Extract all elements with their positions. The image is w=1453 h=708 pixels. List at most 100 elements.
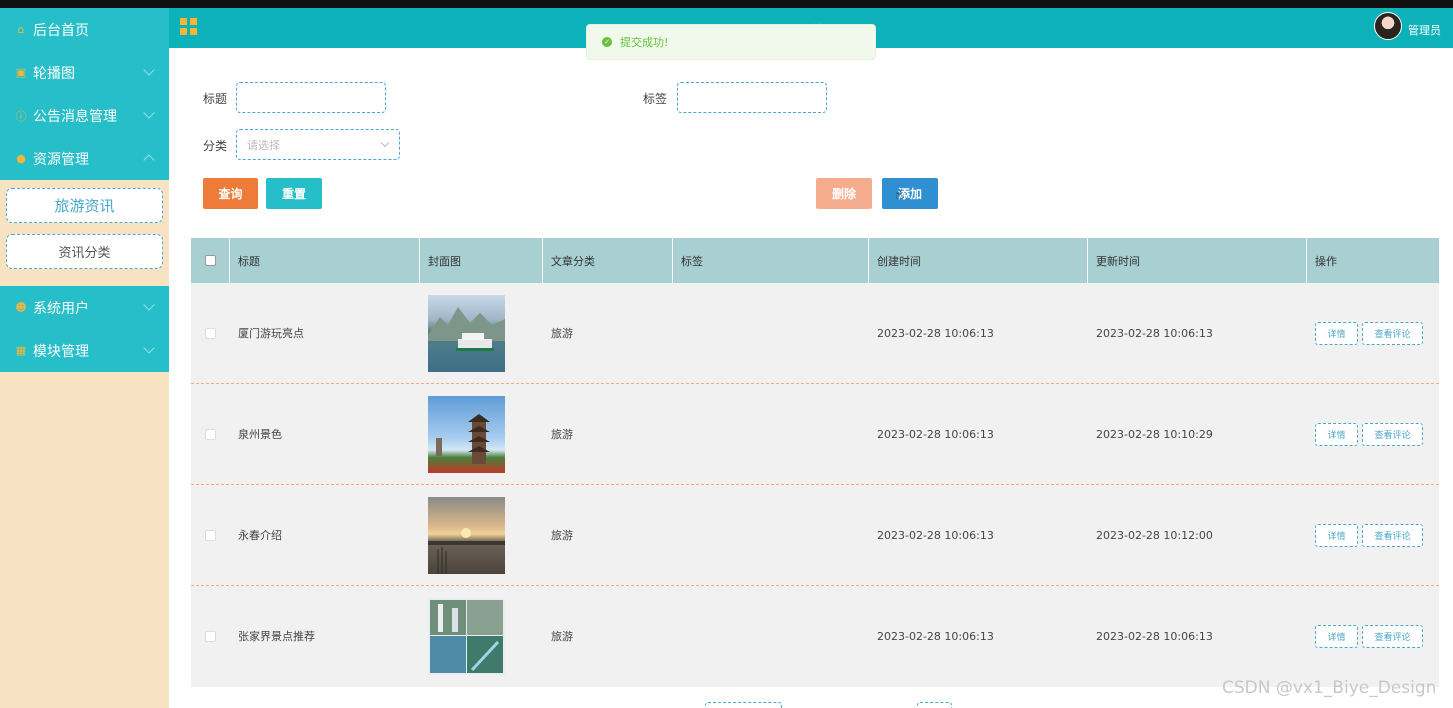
sidebar-item-system-users[interactable]: ☻ 系统用户 [0, 286, 169, 329]
table-row: 张家界景点推荐 旅游 2023-02-28 10:06:13 2023-02-2… [191, 586, 1439, 687]
table-row: 厦门游玩亮点 旅游 2023-02-28 10:06:13 2023-02-28… [191, 283, 1439, 384]
row-created: 2023-02-28 10:06:13 [877, 326, 994, 340]
select-all-cell [191, 238, 230, 283]
page-jump-input[interactable] [917, 702, 952, 708]
row-updated: 2023-02-28 10:12:00 [1096, 528, 1213, 542]
sidebar: ⌂ 后台首页 ▣ 轮播图 ⓘ 公告消息管理 ● 资源管理 旅游资讯 资讯分类 ☻… [0, 8, 169, 708]
column-header-updated[interactable]: 更新时间 [1088, 238, 1307, 283]
view-comments-button[interactable]: 查看评论 [1362, 321, 1423, 345]
view-comments-button[interactable]: 查看评论 [1362, 523, 1423, 547]
home-icon: ⌂ [17, 23, 25, 36]
select-all-checkbox[interactable] [204, 255, 216, 266]
success-toast: ✓ 提交成功! [586, 24, 876, 60]
row-select-cell [191, 485, 230, 585]
title-input[interactable] [236, 82, 386, 113]
submenu-item-news-category[interactable]: 资讯分类 [6, 234, 163, 269]
sidebar-menu-lower: ☻ 系统用户 ▦ 模块管理 [0, 286, 169, 372]
info-icon: ⓘ [15, 109, 27, 123]
row-cover-cell [420, 485, 543, 585]
row-title: 张家界景点推荐 [238, 630, 315, 643]
resources-submenu: 旅游资讯 资讯分类 [0, 180, 169, 286]
table-row: 永春介绍 旅游 2023-02-28 10:06:13 2023-02-28 1… [191, 485, 1439, 586]
query-button[interactable]: 查询 [203, 178, 258, 209]
submenu-item-travel-news[interactable]: 旅游资讯 [6, 188, 163, 223]
category-placeholder: 请选择 [247, 138, 280, 152]
sidebar-item-label: 系统用户 [33, 300, 89, 317]
row-select-cell [191, 586, 230, 686]
column-header-category[interactable]: 文章分类 [543, 238, 673, 283]
table-row: 泉州景色 旅游 2023-02-28 10:06:13 2023-02-28 1… [191, 384, 1439, 485]
column-header-created[interactable]: 创建时间 [869, 238, 1088, 283]
sidebar-item-carousel[interactable]: ▣ 轮播图 [0, 51, 169, 94]
sidebar-item-resources[interactable]: ● 资源管理 [0, 137, 169, 180]
add-button[interactable]: 添加 [882, 178, 938, 209]
sidebar-item-home[interactable]: ⌂ 后台首页 [0, 8, 169, 51]
row-created: 2023-02-28 10:06:13 [877, 528, 994, 542]
row-tag [673, 283, 869, 383]
quanzhou-pagoda-image [428, 395, 505, 473]
row-updated: 2023-02-28 10:06:13 [1096, 326, 1213, 340]
sidebar-item-modules[interactable]: ▦ 模块管理 [0, 329, 169, 372]
row-category: 旅游 [551, 529, 573, 542]
tag-input[interactable] [677, 82, 827, 113]
page-size-select[interactable] [705, 702, 782, 708]
sidebar-menu: ⌂ 后台首页 ▣ 轮播图 ⓘ 公告消息管理 ● 资源管理 [0, 8, 169, 180]
chevron-down-icon [143, 64, 155, 76]
row-title: 泉州景色 [238, 428, 282, 441]
avatar[interactable] [1374, 12, 1402, 40]
row-cover-cell [420, 586, 543, 686]
column-header-title[interactable]: 标题 [230, 238, 420, 283]
view-comments-button[interactable]: 查看评论 [1362, 422, 1423, 446]
sidebar-item-label: 轮播图 [33, 65, 75, 82]
detail-button[interactable]: 详情 [1315, 624, 1358, 648]
title-label: 标题 [203, 92, 228, 106]
category-select[interactable]: 请选择 [236, 129, 400, 160]
view-comments-button[interactable]: 查看评论 [1362, 624, 1423, 648]
row-title: 永春介绍 [238, 529, 282, 542]
chevron-up-icon [143, 154, 155, 166]
watermark: CSDN @vx1_Biye_Design [1222, 678, 1437, 698]
sidebar-item-label: 资源管理 [33, 151, 89, 168]
row-category: 旅游 [551, 630, 573, 643]
detail-button[interactable]: 详情 [1315, 321, 1358, 345]
chevron-down-icon [380, 138, 390, 148]
row-actions: 详情 查看评论 [1307, 586, 1439, 686]
row-tag [673, 485, 869, 585]
news-table: 标题 封面图 文章分类 标签 创建时间 更新时间 操作 厦门游玩亮点 旅游 20… [191, 238, 1439, 687]
xiamen-boat-image [428, 294, 505, 372]
row-category: 旅游 [551, 327, 573, 340]
row-checkbox[interactable] [205, 327, 216, 339]
row-checkbox[interactable] [205, 428, 216, 440]
reset-button[interactable]: 重置 [266, 178, 322, 209]
detail-button[interactable]: 详情 [1315, 422, 1358, 446]
row-updated: 2023-02-28 10:06:13 [1096, 629, 1213, 643]
row-cover-cell [420, 384, 543, 484]
user-icon: ☻ [15, 301, 27, 314]
hand-cursor-icon: ☝ [895, 187, 904, 203]
check-circle-icon: ✓ [602, 37, 612, 47]
column-header-cover: 封面图 [420, 238, 543, 283]
row-checkbox[interactable] [205, 630, 216, 642]
row-actions: 详情 查看评论 [1307, 283, 1439, 383]
row-created: 2023-02-28 10:06:13 [877, 629, 994, 643]
row-checkbox[interactable] [205, 529, 216, 541]
chevron-down-icon [143, 299, 155, 311]
sidebar-item-label: 模块管理 [33, 343, 89, 360]
image-icon: ▣ [15, 66, 27, 79]
user-label[interactable]: 管理员 [1408, 22, 1441, 38]
sidebar-item-notices[interactable]: ⓘ 公告消息管理 [0, 94, 169, 137]
module-icon: ▦ [15, 344, 27, 357]
column-header-actions: 操作 [1315, 254, 1337, 268]
category-label: 分类 [203, 139, 228, 153]
table-header: 标题 封面图 文章分类 标签 创建时间 更新时间 操作 [191, 238, 1439, 283]
yongchun-sunset-image [428, 496, 505, 574]
delete-button[interactable]: 删除 [816, 178, 872, 209]
row-category: 旅游 [551, 428, 573, 441]
detail-button[interactable]: 详情 [1315, 523, 1358, 547]
sidebar-item-label: 公告消息管理 [33, 108, 117, 125]
row-tag [673, 586, 869, 686]
column-header-tag: 标签 [673, 238, 869, 283]
chevron-down-icon [143, 342, 155, 354]
row-select-cell [191, 384, 230, 484]
bulb-icon: ● [16, 152, 26, 165]
